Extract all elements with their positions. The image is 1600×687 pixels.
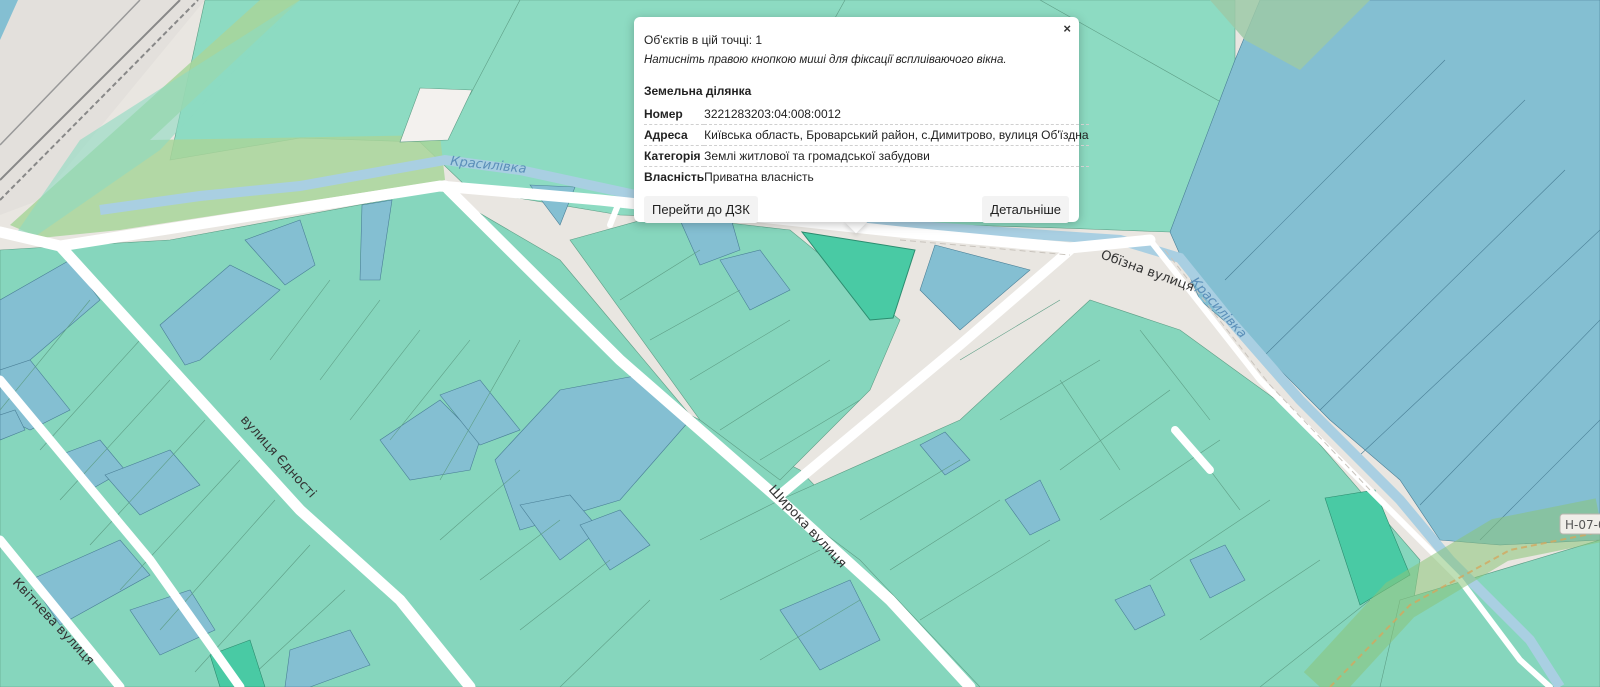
row-key: Власність: [644, 170, 705, 184]
row-key: Номер: [644, 104, 705, 125]
road-shield-label: Н-07-0: [1565, 518, 1600, 532]
popup-hint: Натисніть правою кнопкою миші для фіксац…: [644, 54, 1007, 66]
table-row: Власність Приватна власність: [644, 167, 1089, 188]
row-key: Категорія: [644, 145, 705, 167]
row-value: Землі житлової та громадської забудови: [704, 145, 1089, 167]
table-row: Категорія Землі житлової та громадської …: [644, 145, 1089, 167]
row-key: Адреса: [644, 124, 705, 146]
close-icon[interactable]: ×: [1063, 21, 1071, 36]
row-value: 3221283203:04:008:0012: [704, 104, 1089, 125]
table-row: Номер 3221283203:04:008:0012: [644, 104, 1089, 125]
row-value: Київська область, Броварський район, с.Д…: [704, 124, 1089, 146]
popup-actions: Перейти до ДЗК Детальніше: [644, 196, 1069, 223]
details-button[interactable]: Детальніше: [982, 196, 1069, 223]
section-title: Земельна ділянка: [644, 84, 752, 98]
parcel-info-table: Номер 3221283203:04:008:0012 Адреса Київ…: [644, 104, 1089, 187]
row-value: Приватна власність: [704, 170, 814, 184]
go-to-dzk-button[interactable]: Перейти до ДЗК: [644, 196, 758, 223]
objects-count: Об'єктів в цій точці: 1: [644, 33, 763, 47]
feature-info-popup[interactable]: × Об'єктів в цій точці: 1 Натисніть прав…: [634, 17, 1089, 223]
table-row: Адреса Київська область, Броварський рай…: [644, 124, 1089, 146]
